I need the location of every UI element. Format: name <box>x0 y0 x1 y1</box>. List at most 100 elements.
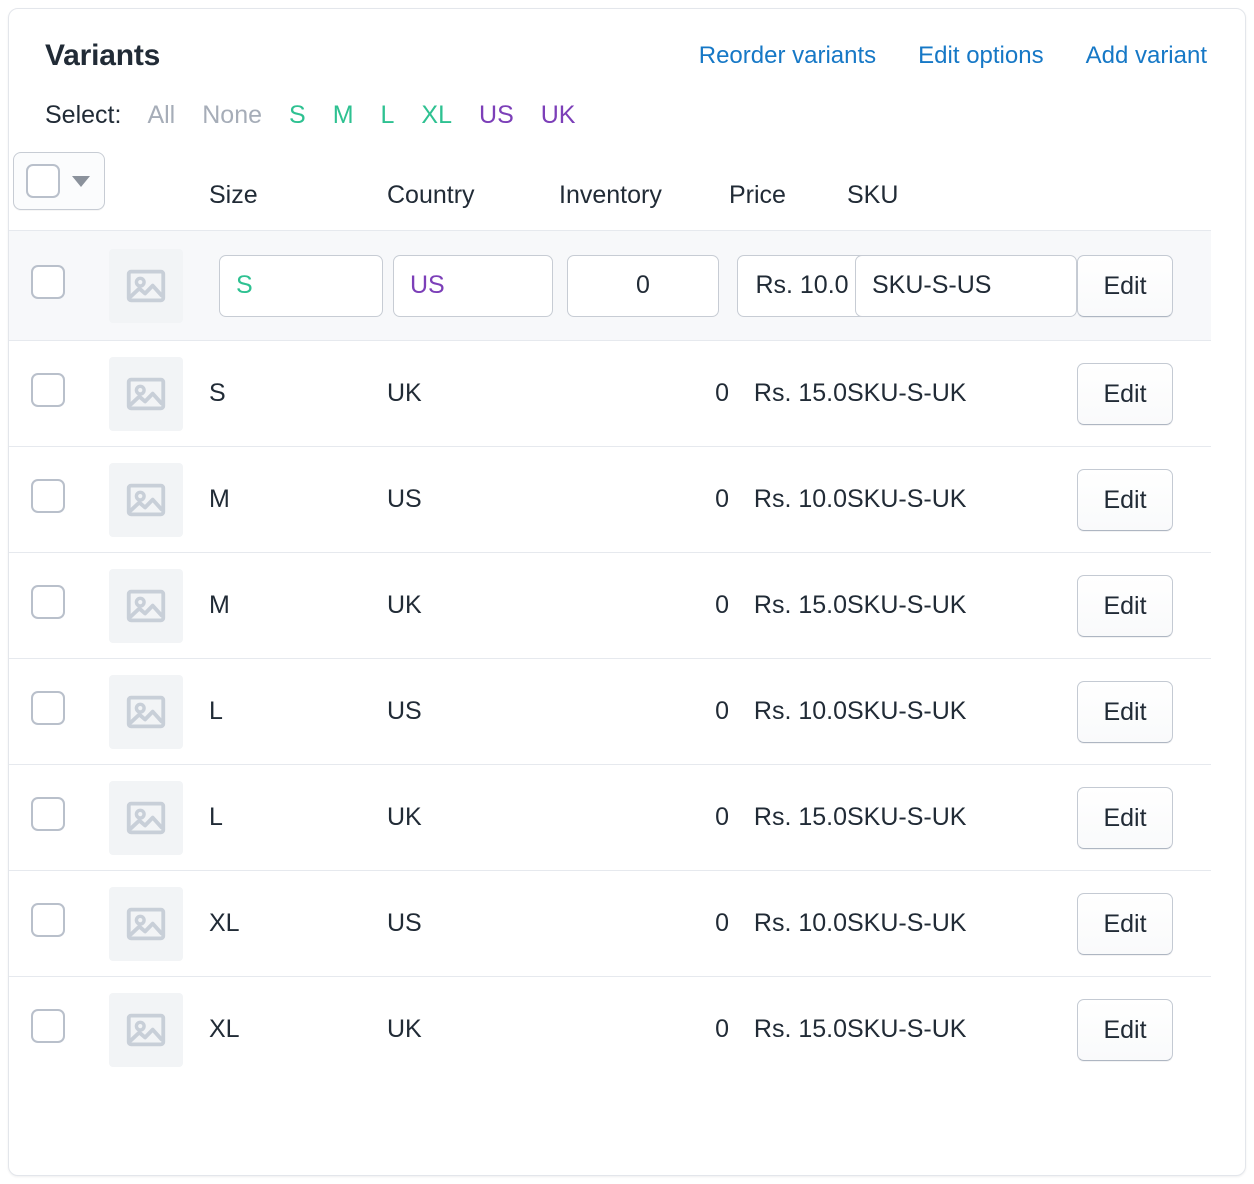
select-bar: Select: All None S M L XL US UK <box>9 73 1245 130</box>
select-option-us[interactable]: US <box>479 101 514 130</box>
edit-options-link[interactable]: Edit options <box>918 42 1043 70</box>
table-row: M US 0 Rs. 10.0 SKU-S-UK Edit <box>9 447 1211 553</box>
select-option-uk[interactable]: UK <box>541 101 576 130</box>
cell-price: Rs. 15.0 <box>729 765 847 871</box>
cell-actions: Edit <box>1077 765 1211 871</box>
column-header-price: Price <box>729 152 847 231</box>
row-checkbox[interactable] <box>31 265 65 299</box>
cell-sku: SKU-S-UK <box>847 659 1077 765</box>
select-label: Select: <box>45 101 121 130</box>
cell-sku: SKU-S-UK <box>847 977 1077 1083</box>
image-placeholder-icon[interactable] <box>109 249 183 323</box>
row-checkbox-cell <box>9 977 105 1083</box>
edit-button[interactable]: Edit <box>1077 787 1173 849</box>
card-header: Variants Reorder variants Edit options A… <box>9 9 1245 73</box>
image-placeholder-icon[interactable] <box>109 357 183 431</box>
cell-actions: Edit <box>1077 659 1211 765</box>
image-placeholder-icon[interactable] <box>109 781 183 855</box>
column-header-country: Country <box>387 152 559 231</box>
image-placeholder-icon[interactable] <box>109 675 183 749</box>
cell-size: L <box>209 765 387 871</box>
row-image-cell <box>105 659 209 765</box>
variants-card: Variants Reorder variants Edit options A… <box>8 8 1246 1176</box>
cell-country: US <box>387 659 559 765</box>
cell-inventory <box>559 231 729 341</box>
cell-country: UK <box>387 341 559 447</box>
image-placeholder-icon[interactable] <box>109 887 183 961</box>
cell-price: Rs. 15.0 <box>729 977 847 1083</box>
select-option-l[interactable]: L <box>381 101 395 130</box>
select-all-dropdown[interactable] <box>13 152 105 210</box>
table-row: L US 0 Rs. 10.0 SKU-S-UK Edit <box>9 659 1211 765</box>
cell-size: S <box>209 341 387 447</box>
row-checkbox-cell <box>9 659 105 765</box>
row-checkbox[interactable] <box>31 585 65 619</box>
image-placeholder-icon[interactable] <box>109 569 183 643</box>
select-option-xl[interactable]: XL <box>421 101 452 130</box>
cell-country: US <box>387 447 559 553</box>
add-variant-link[interactable]: Add variant <box>1086 42 1207 70</box>
cell-sku: SKU-S-UK <box>847 447 1077 553</box>
row-checkbox-cell <box>9 553 105 659</box>
edit-button[interactable]: Edit <box>1077 255 1173 317</box>
row-image-cell <box>105 765 209 871</box>
select-option-none[interactable]: None <box>202 101 262 130</box>
image-placeholder-icon[interactable] <box>109 463 183 537</box>
row-checkbox[interactable] <box>31 373 65 407</box>
cell-actions: Edit <box>1077 447 1211 553</box>
chevron-down-icon <box>72 176 90 187</box>
edit-button[interactable]: Edit <box>1077 893 1173 955</box>
select-option-s[interactable]: S <box>289 101 306 130</box>
table-row: M UK 0 Rs. 15.0 SKU-S-UK Edit <box>9 553 1211 659</box>
size-input[interactable] <box>219 255 383 317</box>
row-checkbox-cell <box>9 765 105 871</box>
select-option-all[interactable]: All <box>147 101 175 130</box>
row-checkbox[interactable] <box>31 1009 65 1043</box>
edit-button[interactable]: Edit <box>1077 999 1173 1061</box>
cell-sku <box>847 231 1077 341</box>
table-header: Size Country Inventory Price SKU <box>9 152 1211 231</box>
page-title: Variants <box>45 39 160 73</box>
select-option-m[interactable]: M <box>333 101 354 130</box>
row-checkbox-cell <box>9 447 105 553</box>
row-checkbox[interactable] <box>31 797 65 831</box>
cell-sku: SKU-S-UK <box>847 871 1077 977</box>
select-all-checkbox[interactable] <box>26 164 60 198</box>
cell-actions: Edit <box>1077 231 1211 341</box>
edit-button[interactable]: Edit <box>1077 681 1173 743</box>
reorder-variants-link[interactable]: Reorder variants <box>699 42 876 70</box>
row-checkbox[interactable] <box>31 479 65 513</box>
cell-sku: SKU-S-UK <box>847 341 1077 447</box>
cell-sku: SKU-S-UK <box>847 553 1077 659</box>
cell-country: UK <box>387 765 559 871</box>
inventory-input[interactable] <box>567 255 719 317</box>
sku-input[interactable] <box>855 255 1077 317</box>
image-placeholder-icon[interactable] <box>109 993 183 1067</box>
column-header-inventory: Inventory <box>559 152 729 231</box>
table-row: XL US 0 Rs. 10.0 SKU-S-UK Edit <box>9 871 1211 977</box>
country-input[interactable] <box>393 255 553 317</box>
edit-button[interactable]: Edit <box>1077 575 1173 637</box>
cell-country <box>387 231 559 341</box>
cell-country: UK <box>387 977 559 1083</box>
cell-size: XL <box>209 871 387 977</box>
cell-size: M <box>209 553 387 659</box>
column-header-size: Size <box>209 152 387 231</box>
row-checkbox[interactable] <box>31 903 65 937</box>
cell-country: UK <box>387 553 559 659</box>
cell-actions: Edit <box>1077 871 1211 977</box>
table-body: Edit S UK 0 Rs. 15.0 SKU-S-UK Edit M US … <box>9 231 1211 1083</box>
cell-price: Rs. 10.0 <box>729 659 847 765</box>
row-image-cell <box>105 553 209 659</box>
row-checkbox[interactable] <box>31 691 65 725</box>
edit-button[interactable]: Edit <box>1077 469 1173 531</box>
row-checkbox-cell <box>9 341 105 447</box>
cell-price: Rs. 10.0 <box>729 447 847 553</box>
edit-button[interactable]: Edit <box>1077 363 1173 425</box>
table-row: L UK 0 Rs. 15.0 SKU-S-UK Edit <box>9 765 1211 871</box>
variants-table: Size Country Inventory Price SKU Edit <box>9 152 1211 1083</box>
variants-table-scroll[interactable]: Size Country Inventory Price SKU Edit <box>9 152 1211 1083</box>
column-header-sku: SKU <box>847 152 1077 231</box>
row-checkbox-cell <box>9 231 105 341</box>
cell-size: XL <box>209 977 387 1083</box>
